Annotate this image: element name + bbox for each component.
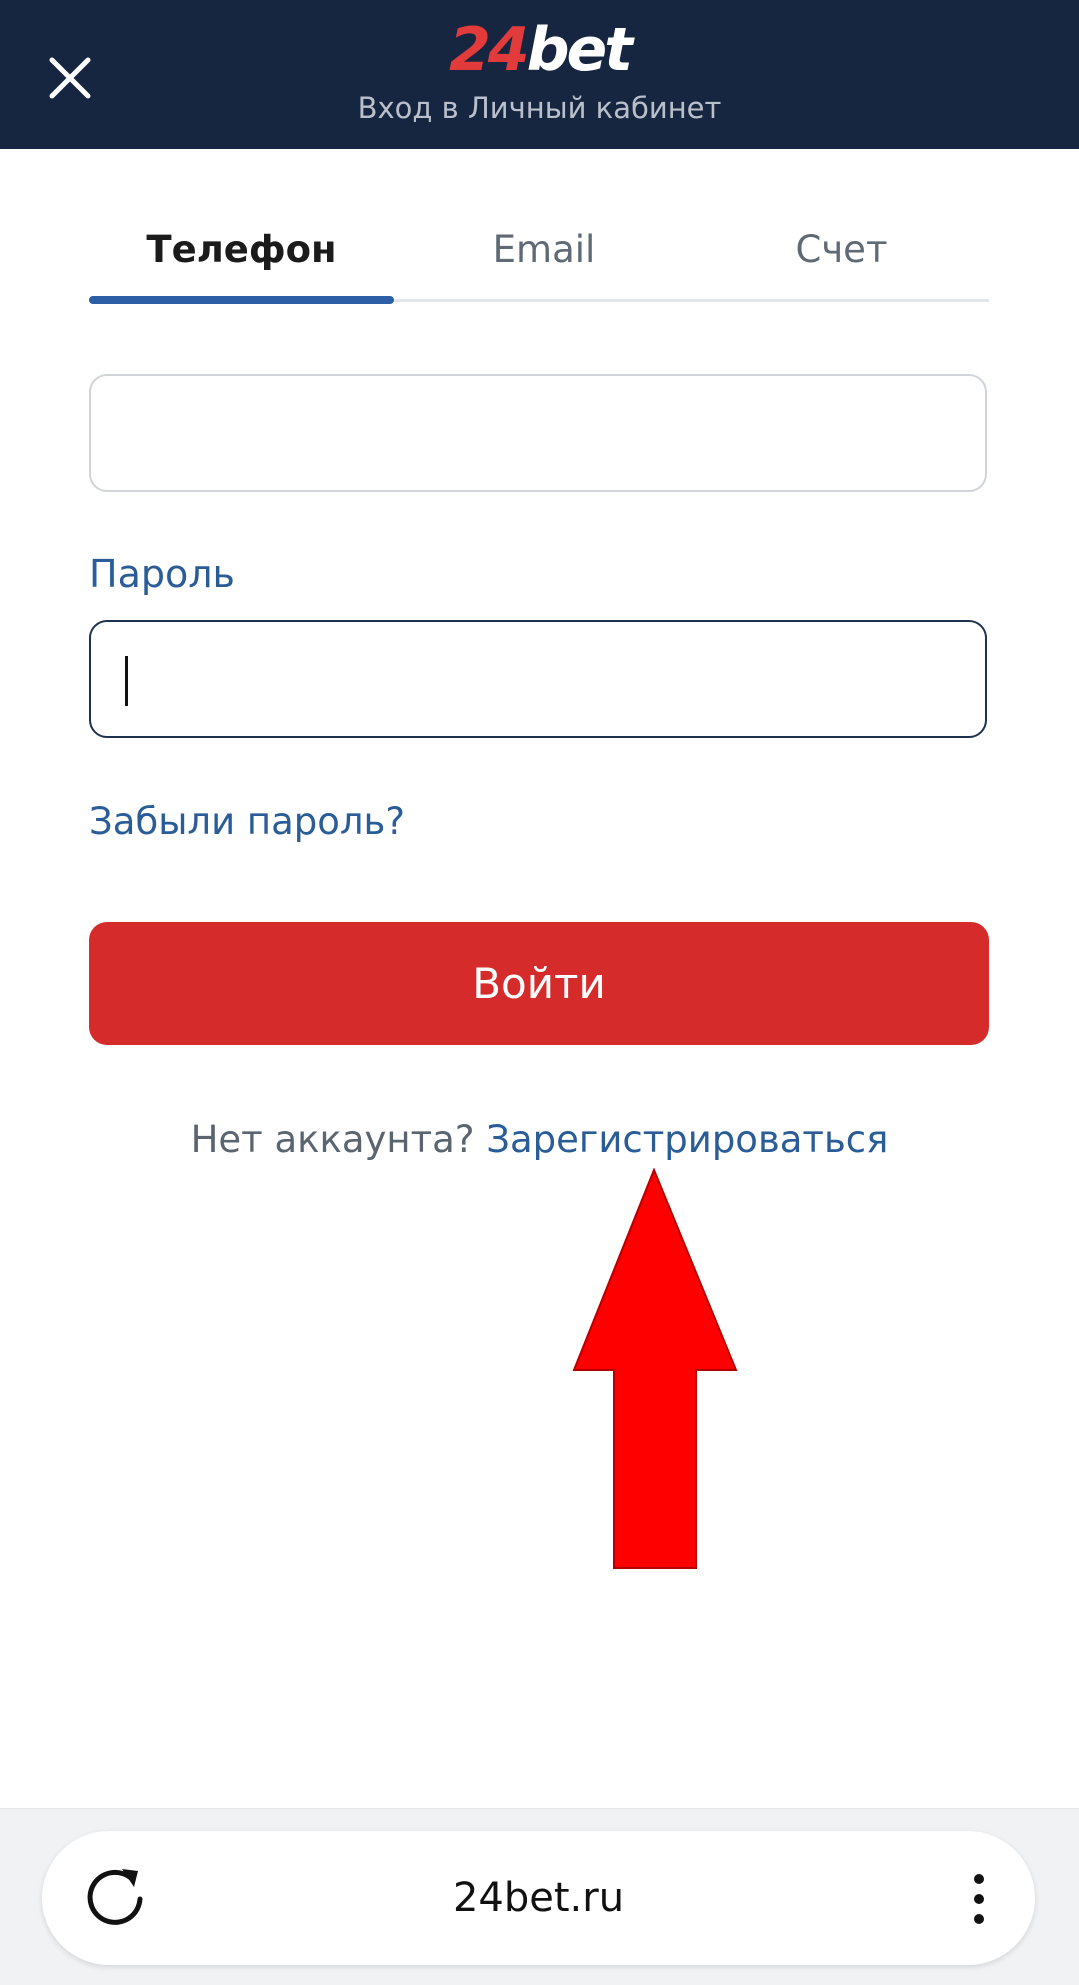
browser-toolbar: 24bet.ru (0, 1808, 1079, 1985)
phone-input[interactable] (89, 374, 987, 492)
red-arrow-annotation (572, 1168, 738, 1569)
logo-number: 24 (449, 15, 529, 85)
register-prompt: Нет аккаунта? (190, 1118, 475, 1161)
login-page: 24bet Вход в Личный кабинет Телефон Emai… (0, 0, 1079, 1985)
login-method-tabs: Телефон Email Счет (89, 210, 989, 306)
tab-email[interactable]: Email (394, 210, 694, 290)
header-subtitle: Вход в Личный кабинет (357, 91, 722, 125)
logo: 24bet (0, 14, 1079, 86)
password-label: Пароль (89, 552, 235, 596)
tab-phone[interactable]: Телефон (89, 210, 394, 290)
more-vertical-icon[interactable] (967, 1871, 991, 1927)
login-button[interactable]: Войти (89, 922, 989, 1045)
forgot-password-link[interactable]: Забыли пароль? (89, 800, 405, 843)
tab-account[interactable]: Счет (694, 210, 989, 290)
logo-word: bet (526, 15, 633, 85)
register-row: Нет аккаунта? Зарегистрироваться (0, 1115, 1079, 1165)
active-tab-indicator (89, 296, 394, 304)
password-input[interactable] (89, 620, 987, 738)
header: 24bet Вход в Личный кабинет (0, 0, 1079, 149)
url-text: 24bet.ru (452, 1875, 625, 1921)
text-caret (125, 656, 128, 706)
address-bar[interactable]: 24bet.ru (42, 1831, 1035, 1965)
register-link[interactable]: Зарегистрироваться (486, 1118, 888, 1161)
